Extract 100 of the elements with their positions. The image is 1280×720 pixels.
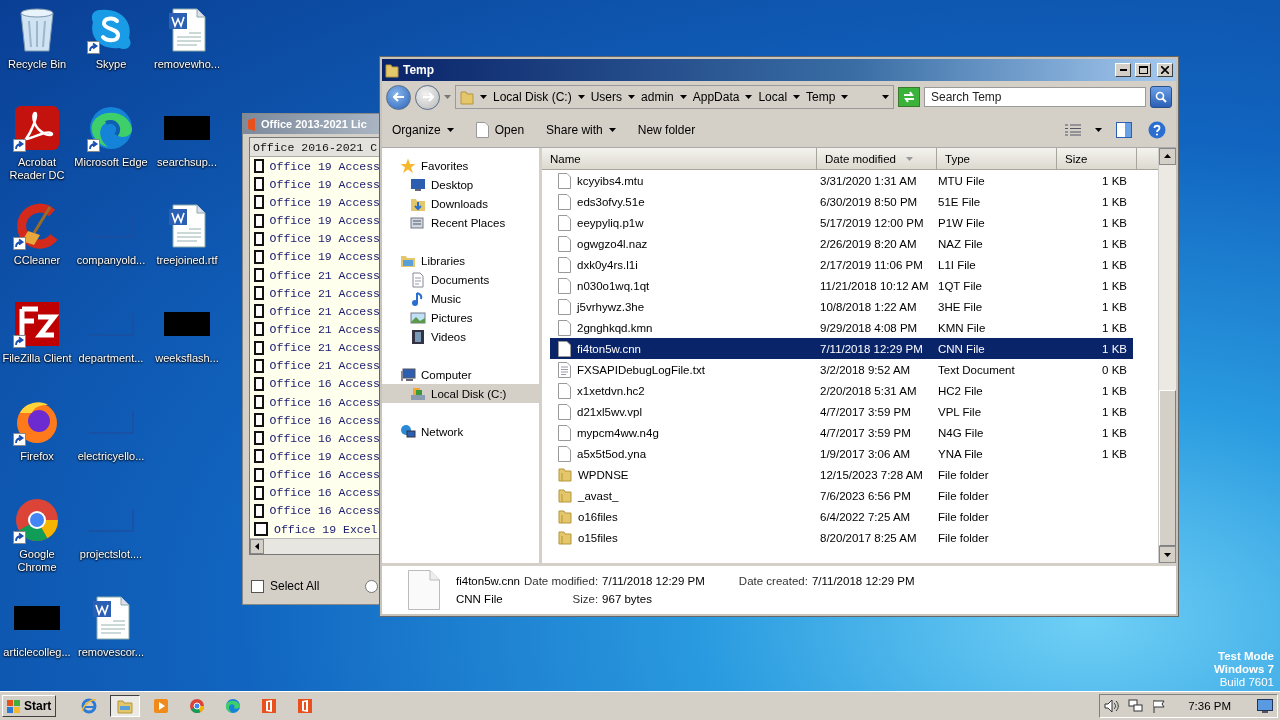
forward-button[interactable] [415,84,440,110]
desktop-icon-label[interactable]: electricyello... [73,450,149,463]
file-row[interactable]: _avast_ 7/6/2023 6:56 PM File folder [550,485,1133,506]
license-item[interactable]: Office 19 Access [269,250,380,264]
checkbox[interactable] [254,340,264,355]
license-item[interactable]: Office 21 Access [269,286,380,300]
checkbox[interactable] [254,522,268,536]
desktop-icon-label[interactable]: searchsup... [149,156,225,169]
license-item[interactable]: Office 16 Access [269,486,380,500]
nav-item[interactable]: Music [382,289,539,308]
license-item[interactable]: Office 21 Access [269,322,380,336]
nav-item[interactable]: Desktop [382,175,539,194]
file-row[interactable]: dxk0y4rs.l1i 2/17/2019 11:06 PM L1I File 1 KB [550,254,1133,275]
help-button[interactable] [1146,119,1168,141]
checkbox[interactable] [254,213,264,228]
desktop-icon-label[interactable]: treejoined.rtf [149,254,225,267]
license-item[interactable]: Office 19 Access [269,159,380,173]
column-header[interactable]: Size [1057,148,1137,170]
horizontal-scrollbar[interactable] [250,538,380,555]
license-item[interactable]: Office 19 Excel [274,522,378,536]
breadcrumb-item[interactable]: AppData [692,90,740,104]
checkbox[interactable] [254,286,264,301]
license-item[interactable]: Office 21 Access [269,304,380,318]
show-desktop-icon[interactable] [1257,699,1273,713]
taskbar-button[interactable] [110,695,141,717]
view-options-button[interactable] [1063,122,1083,138]
desktop-icon-label[interactable]: department... [73,352,149,365]
desktop-icon-label[interactable]: projectslot.... [73,548,149,561]
desktop-icon-label[interactable]: removescor... [73,646,149,659]
desktop-icon-label[interactable]: Recycle Bin [0,58,75,71]
refresh-button[interactable] [898,87,920,107]
license-item[interactable]: Office 16 Access [269,395,380,409]
license-item[interactable]: Office 19 Access [269,177,380,191]
preview-pane-button[interactable] [1114,120,1134,140]
radio-button[interactable] [365,579,379,593]
back-button[interactable] [386,84,411,110]
license-item[interactable]: Office 16 Access [269,413,380,427]
file-row[interactable]: eeypyliq.p1w 5/17/2019 12:00 PM P1W File 1 KB [550,212,1133,233]
file-row[interactable]: kcyyibs4.mtu 3/31/2020 1:31 AM MTU File 1 KB [550,170,1133,191]
checkbox[interactable] [254,413,264,428]
license-item[interactable]: Office 21 Access [269,359,380,373]
select-all-label[interactable]: Select All [270,579,320,593]
checkbox[interactable] [254,322,264,337]
minimize-button[interactable] [1115,63,1131,77]
nav-item[interactable]: Downloads [382,194,539,213]
checkbox[interactable] [254,304,264,319]
nav-item[interactable]: Favorites [382,156,539,175]
file-row[interactable]: x1xetdvn.hc2 2/20/2018 5:31 AM HC2 File 1 KB [550,380,1133,401]
license-item[interactable]: Office 19 Access [269,232,380,246]
file-row[interactable]: d21xl5wv.vpl 4/7/2017 3:59 PM VPL File 1 KB [550,401,1133,422]
checkbox[interactable] [254,195,264,210]
license-item[interactable]: Office 21 Access [269,268,380,282]
file-row[interactable]: eds3ofvy.51e 6/30/2019 8:50 PM 51E File 1 KB [550,191,1133,212]
license-item[interactable]: Office 16 Access [269,504,380,518]
license-item[interactable]: Office 16 Access [269,431,380,445]
nav-item[interactable]: Pictures [382,308,539,327]
nav-item[interactable]: Local Disk (C:) [382,384,539,403]
checkbox[interactable] [254,177,264,192]
checkbox[interactable] [254,485,264,500]
desktop-icon-label[interactable]: articlecolleg... [0,646,75,659]
file-row[interactable]: WPDNSE 12/15/2023 7:28 AM File folder [550,464,1133,485]
file-row[interactable]: n030o1wq.1qt 11/21/2018 10:12 AM 1QT File 1 KB [550,275,1133,296]
desktop-icon-label[interactable]: Acrobat Reader DC [0,156,75,182]
checkbox[interactable] [254,449,264,464]
license-item[interactable]: Office 19 Access [269,214,380,228]
desktop-icon-label[interactable]: CCleaner [0,254,75,267]
nav-item[interactable]: Documents [382,270,539,289]
file-row[interactable]: j5vrhywz.3he 10/8/2018 1:22 AM 3HE File 1 KB [550,296,1133,317]
desktop-icon-label[interactable]: Firefox [0,450,75,463]
speaker-icon[interactable] [1104,699,1121,713]
desktop-icon-label[interactable]: Google Chrome [0,548,75,574]
desktop-icon-label[interactable]: companyold... [73,254,149,267]
desktop-icon-label[interactable]: weeksflash... [149,352,225,365]
checkbox[interactable] [254,159,264,174]
breadcrumb-item[interactable]: Local Disk (C:) [493,90,572,104]
nav-item[interactable]: Network [382,422,539,441]
address-bar[interactable]: Local Disk (C:) Users admin AppData Local Temp [455,85,894,109]
checkbox[interactable] [254,503,264,518]
vertical-scrollbar[interactable] [1158,148,1176,563]
file-row[interactable]: 2gnghkqd.kmn 9/29/2018 4:08 PM KMN File 1 KB [550,317,1133,338]
license-item[interactable]: Office 16 Access [269,377,380,391]
checkbox[interactable] [254,431,264,446]
breadcrumb-item[interactable]: Temp [806,90,836,104]
checkbox[interactable] [254,231,264,246]
checkbox[interactable] [254,376,264,391]
column-header[interactable]: Date modified [817,148,937,170]
checkbox[interactable] [254,268,264,283]
file-row[interactable]: o16files 6/4/2022 7:25 AM File folder [550,506,1133,527]
desktop-icon-label[interactable]: FileZilla Client [0,352,75,365]
maximize-button[interactable] [1135,63,1151,77]
breadcrumb-item[interactable]: Users [590,90,623,104]
toolbar-button[interactable]: New folder [635,121,698,139]
breadcrumb-item[interactable]: admin [641,90,674,104]
search-field[interactable]: Search Temp [924,87,1146,107]
desktop-icon-label[interactable]: removewho... [149,58,225,71]
toolbar-button[interactable]: Share with [544,121,618,139]
file-row[interactable]: o15files 8/20/2017 8:25 AM File folder [550,527,1133,548]
clock[interactable]: 7:36 PM [1188,700,1231,712]
file-row[interactable]: FXSAPIDebugLogFile.txt 3/2/2018 9:52 AM Text Document 0 KB [550,359,1133,380]
file-row[interactable]: fi4ton5w.cnn 7/11/2018 12:29 PM CNN File 1 KB [550,338,1133,359]
